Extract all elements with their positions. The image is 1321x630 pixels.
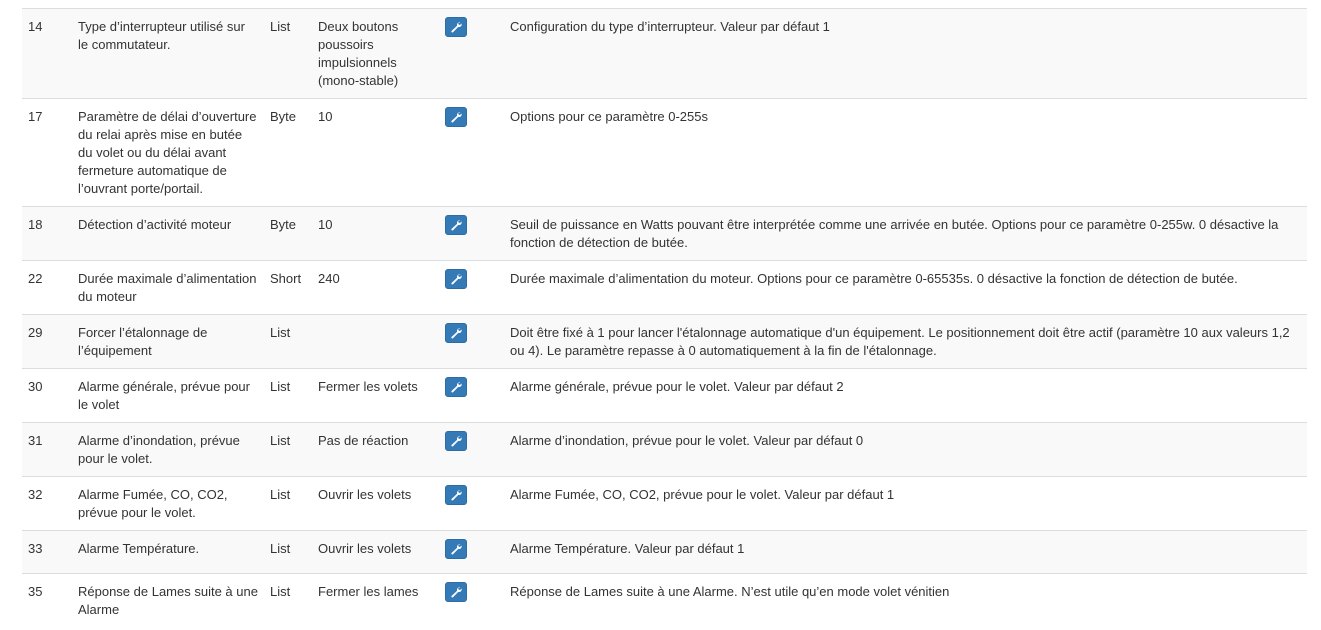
configure-button[interactable] bbox=[445, 269, 467, 289]
wrench-icon bbox=[451, 274, 462, 285]
wrench-icon bbox=[451, 220, 462, 231]
param-name: Alarme Fumée, CO, CO2, prévue pour le vo… bbox=[72, 476, 264, 531]
param-type: List bbox=[264, 8, 312, 99]
param-type: Byte bbox=[264, 98, 312, 207]
param-value: 10 bbox=[312, 206, 439, 261]
param-description: Alarme Température. Valeur par défaut 1 bbox=[504, 530, 1307, 574]
param-id: 31 bbox=[22, 422, 72, 477]
param-type: List bbox=[264, 530, 312, 574]
wrench-icon bbox=[451, 22, 462, 33]
table-row: 31 Alarme d’inondation, prévue pour le v… bbox=[22, 422, 1307, 477]
param-name: Paramètre de délai d’ouverture du relai … bbox=[72, 98, 264, 207]
wrench-icon bbox=[451, 544, 462, 555]
param-id: 33 bbox=[22, 530, 72, 574]
wrench-icon bbox=[451, 436, 462, 447]
param-value: Ouvrir les volets bbox=[312, 530, 439, 574]
table-row: 33 Alarme Température. List Ouvrir les v… bbox=[22, 530, 1307, 574]
param-value: Deux boutons poussoirs impulsionnels (mo… bbox=[312, 8, 439, 99]
param-type: List bbox=[264, 422, 312, 477]
param-type: Byte bbox=[264, 206, 312, 261]
param-type: List bbox=[264, 368, 312, 423]
param-id: 29 bbox=[22, 314, 72, 369]
param-id: 14 bbox=[22, 8, 72, 99]
param-value: Ouvrir les volets bbox=[312, 476, 439, 531]
configure-button[interactable] bbox=[445, 215, 467, 235]
param-value: 10 bbox=[312, 98, 439, 207]
param-description: Durée maximale d’alimentation du moteur.… bbox=[504, 260, 1307, 315]
param-name: Détection d’activité moteur bbox=[72, 206, 264, 261]
param-value: Fermer les volets bbox=[312, 368, 439, 423]
param-name: Alarme d’inondation, prévue pour le vole… bbox=[72, 422, 264, 477]
param-value bbox=[312, 314, 439, 369]
configure-button[interactable] bbox=[445, 582, 467, 602]
configure-button[interactable] bbox=[445, 323, 467, 343]
configure-button[interactable] bbox=[445, 107, 467, 127]
param-name: Alarme générale, prévue pour le volet bbox=[72, 368, 264, 423]
wrench-icon bbox=[451, 490, 462, 501]
param-description: Alarme d’inondation, prévue pour le vole… bbox=[504, 422, 1307, 477]
table-row: 30 Alarme générale, prévue pour le volet… bbox=[22, 368, 1307, 423]
param-type: Short bbox=[264, 260, 312, 315]
param-name: Réponse de Lames suite à une Alarme bbox=[72, 573, 264, 627]
configure-button[interactable] bbox=[445, 377, 467, 397]
param-description: Seuil de puissance en Watts pouvant être… bbox=[504, 206, 1307, 261]
param-type: List bbox=[264, 314, 312, 369]
table-row: 35 Réponse de Lames suite à une Alarme L… bbox=[22, 573, 1307, 627]
param-name: Type d’interrupteur utilisé sur le commu… bbox=[72, 8, 264, 99]
param-description: Alarme générale, prévue pour le volet. V… bbox=[504, 368, 1307, 423]
table-row: 32 Alarme Fumée, CO, CO2, prévue pour le… bbox=[22, 476, 1307, 531]
wrench-icon bbox=[451, 328, 462, 339]
configure-button[interactable] bbox=[445, 431, 467, 451]
param-id: 17 bbox=[22, 98, 72, 207]
configure-button[interactable] bbox=[445, 539, 467, 559]
wrench-icon bbox=[451, 587, 462, 598]
param-description: Options pour ce paramètre 0-255s bbox=[504, 98, 1307, 207]
param-description: Alarme Fumée, CO, CO2, prévue pour le vo… bbox=[504, 476, 1307, 531]
param-type: List bbox=[264, 476, 312, 531]
param-value: Fermer les lames bbox=[312, 573, 439, 627]
param-description: Réponse de Lames suite à une Alarme. N’e… bbox=[504, 573, 1307, 627]
param-name: Forcer l’étalonnage de l’équipement bbox=[72, 314, 264, 369]
param-value: Pas de réaction bbox=[312, 422, 439, 477]
param-name: Alarme Température. bbox=[72, 530, 264, 574]
wrench-icon bbox=[451, 382, 462, 393]
param-id: 30 bbox=[22, 368, 72, 423]
table-row: 18 Détection d’activité moteur Byte 10 S… bbox=[22, 206, 1307, 261]
table-row: 17 Paramètre de délai d’ouverture du rel… bbox=[22, 98, 1307, 207]
param-value: 240 bbox=[312, 260, 439, 315]
param-id: 18 bbox=[22, 206, 72, 261]
configure-button[interactable] bbox=[445, 17, 467, 37]
param-name: Durée maximale d’alimentation du moteur bbox=[72, 260, 264, 315]
table-row: 29 Forcer l’étalonnage de l’équipement L… bbox=[22, 314, 1307, 369]
param-id: 22 bbox=[22, 260, 72, 315]
table-row: 14 Type d’interrupteur utilisé sur le co… bbox=[22, 8, 1307, 99]
param-id: 35 bbox=[22, 573, 72, 627]
parameters-table: 14 Type d’interrupteur utilisé sur le co… bbox=[22, 8, 1307, 627]
param-description: Doit être fixé à 1 pour lancer l'étalonn… bbox=[504, 314, 1307, 369]
param-id: 32 bbox=[22, 476, 72, 531]
param-type: List bbox=[264, 573, 312, 627]
table-row: 22 Durée maximale d’alimentation du mote… bbox=[22, 260, 1307, 315]
wrench-icon bbox=[451, 112, 462, 123]
param-description: Configuration du type d’interrupteur. Va… bbox=[504, 8, 1307, 99]
configure-button[interactable] bbox=[445, 485, 467, 505]
